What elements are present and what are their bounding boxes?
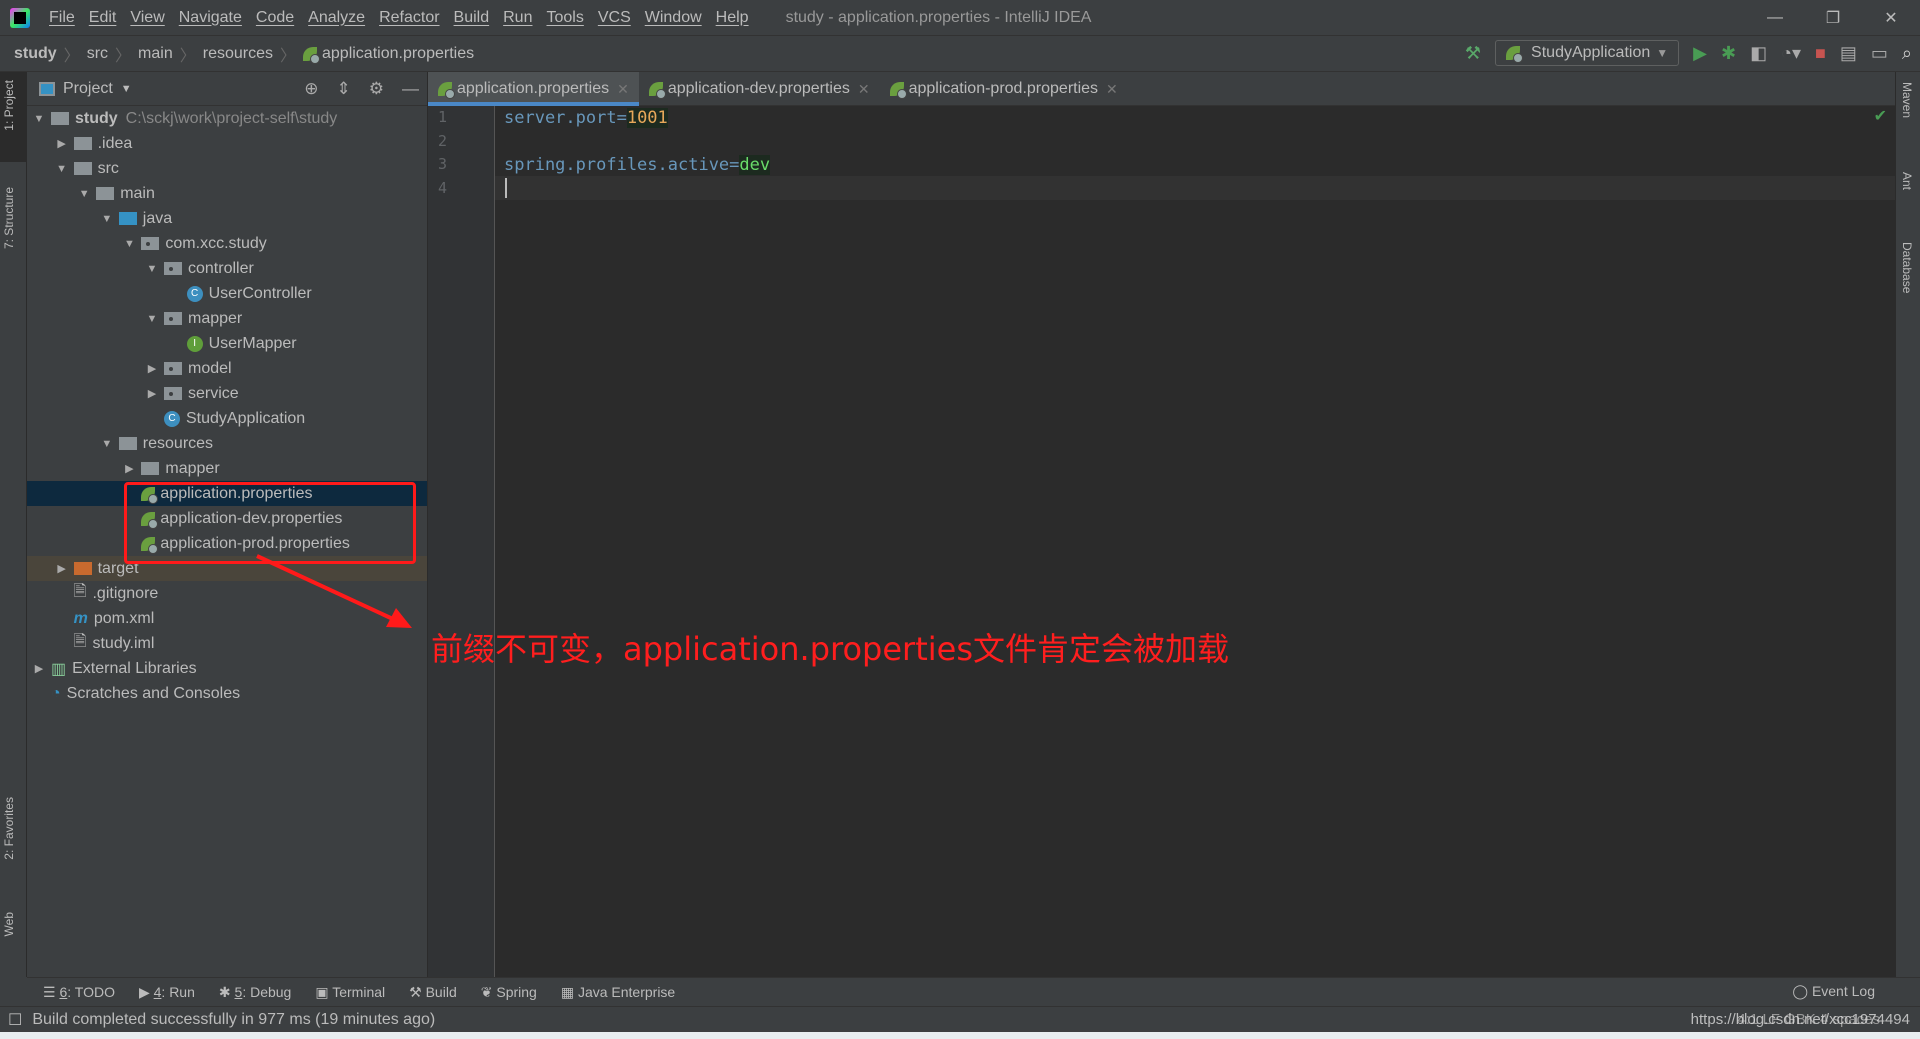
- tool-icon: ✱: [218, 983, 235, 1000]
- tool-button[interactable]: ▦ Java Enterprise: [561, 984, 675, 1001]
- status-message: Build completed successfully in 977 ms (…: [32, 1010, 436, 1028]
- tool-label: Java Enterprise: [577, 983, 676, 1000]
- tool-label: Terminal: [332, 983, 386, 1000]
- tool-button[interactable]: ✱ 5: Debug: [219, 984, 291, 1001]
- tool-icon: ☰: [43, 983, 60, 1000]
- tool-button[interactable]: ❦ Spring: [481, 984, 537, 1001]
- event-log-button[interactable]: ◯ Event Log: [1792, 983, 1875, 1000]
- tool-icon: ▶: [138, 983, 154, 1000]
- event-log-label: Event Log: [1811, 983, 1875, 999]
- tool-icon: ▣: [315, 983, 333, 1000]
- tool-icon: ⚒: [409, 983, 426, 1000]
- tool-label: : TODO: [67, 983, 115, 1000]
- tool-label: Build: [425, 983, 457, 1000]
- tool-button[interactable]: ⚒ Build: [409, 984, 457, 1001]
- tool-label: : Run: [161, 983, 195, 1000]
- annotation-arrow: [256, 554, 412, 628]
- watermark: https://blog.csdn.net/xcc1974494: [1690, 1011, 1910, 1028]
- tool-window-bar: ☰ 6: TODO ▶ 4: Run ✱ 5: Debug ▣ Terminal ⚒ B…: [27, 977, 1920, 1006]
- tool-label: Spring: [496, 983, 537, 1000]
- tool-icon: ❦: [480, 983, 497, 1000]
- tool-button[interactable]: ▶ 4: Run: [139, 984, 195, 1001]
- status-bar: ☐ Build completed successfully in 977 ms…: [0, 1006, 1920, 1032]
- annotation-text: 前缀不可变，application.properties文件肯定会被加载: [431, 630, 1229, 668]
- taskbar-edge: [0, 1032, 1920, 1039]
- tool-button[interactable]: ▣ Terminal: [315, 984, 385, 1001]
- tool-icon: ▦: [560, 983, 578, 1000]
- tool-label: : Debug: [242, 983, 292, 1000]
- tool-button[interactable]: ☰ 6: TODO: [43, 984, 115, 1001]
- status-toggle-icon[interactable]: ☐: [8, 1010, 22, 1030]
- event-log-icon: ◯: [1792, 983, 1812, 999]
